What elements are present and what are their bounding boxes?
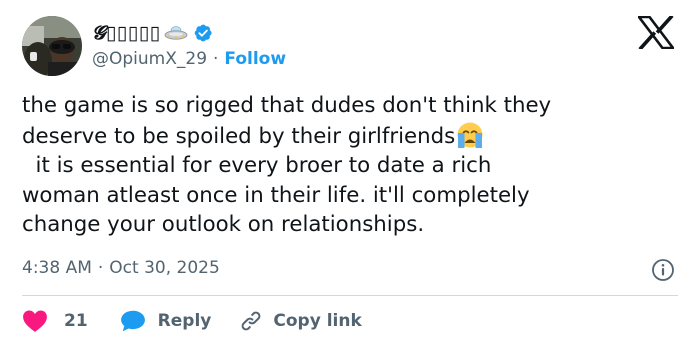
ufo-icon [164,26,188,40]
tweet-line: change your outlook on relationships. [22,212,425,237]
tweet-line: woman atleast once in their life. it'll … [22,182,530,208]
avatar[interactable] [22,16,82,76]
like-button[interactable]: 21 [22,309,120,333]
x-logo-icon[interactable] [638,16,674,49]
author-name-row: 𝓖▯▯▯▯▯ [92,19,213,47]
info-icon[interactable] [651,258,675,282]
meta-separator: · [97,258,104,278]
tweet-line: it is essential for every broer to date … [22,153,492,178]
tweet-actions: 21 Reply Copy link [22,305,362,337]
copy-link-label: Copy link [273,311,362,331]
reply-bubble-icon [120,310,145,332]
tweet-line-text: deserve to be spoiled by their girlfrien… [22,123,456,149]
reply-label: Reply [157,311,212,331]
tweet-card: 𝓖▯▯▯▯▯ @OpiumX_29 · Follow the game is s… [0,0,700,348]
tweet-time: 4:38 AM [22,258,92,278]
tweet-text: the game is so rigged that dudes don't t… [22,91,682,240]
reply-button[interactable]: Reply [120,309,240,333]
author-display-name[interactable]: 𝓖▯▯▯▯▯ [92,22,161,44]
crying-face-emoji-icon [457,122,483,148]
heart-icon [23,310,47,332]
link-icon [242,311,261,331]
author-handle[interactable]: @OpiumX_29 [92,49,207,69]
follow-button[interactable]: Follow [224,49,286,69]
avatar-photo-icon [22,16,82,76]
tweet-timestamp[interactable]: 4:38 AM · Oct 30, 2025 [22,258,220,278]
tweet-date: Oct 30, 2025 [109,258,220,278]
copy-link-button[interactable]: Copy link [239,309,362,333]
author-handle-row: @OpiumX_29 · Follow [92,49,286,69]
tweet-line: the game is so rigged that dudes don't t… [22,93,552,118]
verified-badge-icon[interactable] [193,23,213,43]
divider [22,295,678,296]
like-count: 21 [64,311,88,331]
tweet-line: deserve to be spoiled by their girlfrien… [22,121,682,152]
handle-separator: · [213,49,219,69]
